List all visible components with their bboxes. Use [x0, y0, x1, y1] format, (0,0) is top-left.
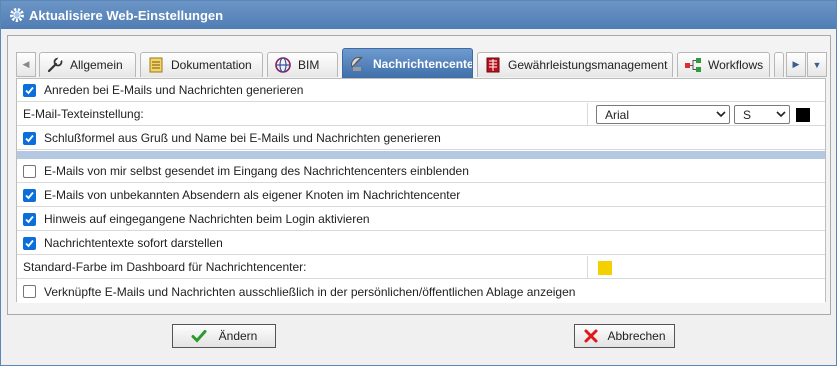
eigene-mails-checkbox[interactable]: [23, 164, 36, 178]
tab-nachrichtencenter[interactable]: Nachrichtencenter: [342, 48, 473, 78]
checkmark-icon: [25, 86, 34, 94]
schlussformel-label: Schlußformel aus Gruß und Name bei E-Mai…: [44, 131, 441, 145]
dashboard-color-swatch[interactable]: [598, 260, 612, 275]
checkmark-icon: [25, 191, 34, 199]
texteinstellung-label: E-Mail-Texteinstellung:: [23, 107, 144, 121]
sofort-label: Nachrichtentexte sofort darstellen: [44, 236, 223, 250]
text-color-swatch[interactable]: [796, 107, 810, 122]
tab-bim[interactable]: BIM: [267, 52, 338, 77]
sofort-checkbox[interactable]: [23, 236, 36, 250]
standardfarbe-controls: [587, 256, 825, 279]
schlussformel-checkbox[interactable]: [23, 131, 36, 145]
setting-row-texteinstellung: E-Mail-Texteinstellung: Arial S: [17, 103, 825, 126]
window-title: Aktualisiere Web-Einstellungen: [29, 7, 224, 23]
font-size-select[interactable]: S: [734, 105, 790, 124]
setting-row-sofort[interactable]: Nachrichtentexte sofort darstellen: [17, 232, 825, 255]
settings-dialog: Aktualisiere Web-Einstellungen ◀ Allgeme…: [0, 0, 837, 366]
setting-row-hinweis[interactable]: Hinweis auf eingegangene Nachrichten bei…: [17, 208, 825, 231]
anreden-checkbox[interactable]: [23, 83, 36, 97]
font-family-select[interactable]: Arial: [596, 105, 730, 124]
tab-list-dropdown-button[interactable]: ▼: [807, 52, 827, 77]
setting-row-verknuepfte[interactable]: Verknüpfte E-Mails und Nachrichten aussc…: [17, 280, 825, 303]
bim-globe-icon: [275, 57, 291, 73]
tab-hidden-overflow[interactable]: [774, 52, 784, 77]
tab-workflows[interactable]: Workflows: [677, 52, 770, 77]
checkmark-icon: [25, 215, 34, 223]
satellite-dish-icon: [351, 56, 363, 71]
setting-row-standardfarbe: Standard-Farbe im Dashboard für Nachrich…: [17, 256, 825, 279]
anreden-label: Anreden bei E-Mails und Nachrichten gene…: [44, 83, 304, 97]
checkmark-icon: [25, 239, 34, 247]
button-bar: Ändern Abbrechen: [7, 315, 831, 359]
gear-icon: [10, 8, 24, 22]
tab-dokumentation[interactable]: Dokumentation: [140, 52, 263, 77]
checkmark-icon: [25, 134, 34, 142]
hinweis-checkbox[interactable]: [23, 212, 36, 226]
title-bar: Aktualisiere Web-Einstellungen: [1, 1, 836, 29]
chevron-down-icon: [776, 111, 786, 118]
document-stack-icon: [149, 57, 163, 73]
aendern-button[interactable]: Ändern: [172, 324, 276, 348]
verknuepfte-checkbox[interactable]: [23, 285, 36, 298]
tab-gewaehrleistungsmanagement[interactable]: Gewährleistungsmanagement: [477, 52, 673, 77]
close-icon: [584, 329, 598, 343]
tab-scroll-left-button[interactable]: ◀: [16, 52, 36, 77]
standardfarbe-label: Standard-Farbe im Dashboard für Nachrich…: [23, 260, 307, 274]
settings-grid: Anreden bei E-Mails und Nachrichten gene…: [16, 78, 826, 303]
eigene-mails-label: E-Mails von mir selbst gesendet im Einga…: [44, 164, 469, 178]
unbekannte-label: E-Mails von unbekannten Absendern als ei…: [44, 188, 461, 202]
wrench-icon: [47, 56, 63, 73]
setting-row-anreden[interactable]: Anreden bei E-Mails und Nachrichten gene…: [17, 79, 825, 102]
verknuepfte-label: Verknüpfte E-Mails und Nachrichten aussc…: [44, 284, 576, 299]
chevron-down-icon: [716, 111, 726, 118]
hinweis-label: Hinweis auf eingegangene Nachrichten bei…: [44, 212, 370, 226]
texteinstellung-controls: Arial S: [587, 103, 825, 126]
setting-row-eigene-mails[interactable]: E-Mails von mir selbst gesendet im Einga…: [17, 160, 825, 183]
abbrechen-button[interactable]: Abbrechen: [574, 324, 675, 348]
ledger-icon: [486, 57, 500, 73]
setting-row-schlussformel[interactable]: Schlußformel aus Gruß und Name bei E-Mai…: [17, 127, 825, 150]
checkmark-icon: [191, 330, 207, 343]
section-divider: [17, 151, 825, 159]
setting-row-unbekannte[interactable]: E-Mails von unbekannten Absendern als ei…: [17, 184, 825, 207]
tab-panel: ◀ Allgemein Dokumentation BIM Nachrichte…: [7, 35, 831, 315]
workflow-icon: [685, 58, 701, 72]
tab-bar: ◀ Allgemein Dokumentation BIM Nachrichte…: [16, 48, 828, 78]
unbekannte-checkbox[interactable]: [23, 188, 36, 202]
tab-scroll-right-button[interactable]: ▶: [786, 52, 806, 77]
tab-allgemein[interactable]: Allgemein: [39, 52, 136, 77]
